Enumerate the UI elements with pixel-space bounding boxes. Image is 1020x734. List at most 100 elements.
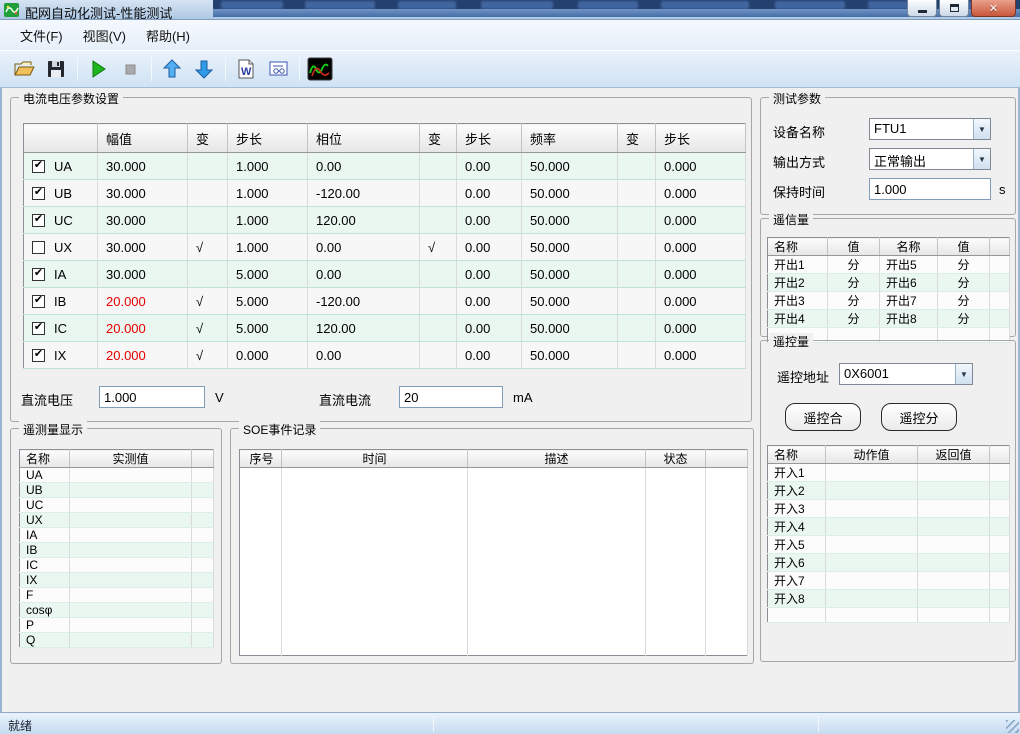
cell-step3[interactable]: 0.000 [656,207,746,234]
cell-phase[interactable]: 0.00 [308,261,420,288]
cell-frequency[interactable]: 50.000 [522,342,618,369]
minimize-button[interactable] [907,0,937,17]
chevron-down-icon[interactable]: ▼ [955,364,972,384]
cell-var1[interactable] [188,207,228,234]
cell-amplitude[interactable]: 20.000 [98,315,188,342]
row-select-cell[interactable]: UX [24,234,98,261]
cell-frequency[interactable]: 50.000 [522,207,618,234]
cell-var2[interactable] [420,288,457,315]
row-select-cell[interactable]: ✔UB [24,180,98,207]
row-checkbox[interactable]: ✔ [32,214,45,227]
close-button[interactable]: ✕ [971,0,1016,17]
cell-amplitude[interactable]: 30.000 [98,207,188,234]
cell-step1[interactable]: 1.000 [228,180,308,207]
cell-var3[interactable] [618,315,656,342]
row-checkbox[interactable] [32,241,45,254]
cell-step2[interactable]: 0.00 [457,207,522,234]
waveform-button[interactable] [306,55,334,83]
row-select-cell[interactable]: ✔IX [24,342,98,369]
cell-amplitude[interactable]: 30.000 [98,234,188,261]
cell-var1[interactable] [188,153,228,180]
cell-amplitude[interactable]: 30.000 [98,153,188,180]
cell-frequency[interactable]: 50.000 [522,315,618,342]
cell-phase[interactable]: 120.00 [308,207,420,234]
cell-step2[interactable]: 0.00 [457,261,522,288]
cell-step3[interactable]: 0.000 [656,153,746,180]
cell-var2[interactable] [420,261,457,288]
cell-amplitude[interactable]: 20.000 [98,288,188,315]
cell-step2[interactable]: 0.00 [457,153,522,180]
cell-var3[interactable] [618,342,656,369]
resize-grip[interactable] [1006,720,1019,733]
cell-var2[interactable] [420,342,457,369]
chevron-down-icon[interactable]: ▼ [973,149,990,169]
row-select-cell[interactable]: ✔IB [24,288,98,315]
cell-step1[interactable]: 1.000 [228,153,308,180]
cell-step1[interactable]: 5.000 [228,261,308,288]
cell-step3[interactable]: 0.000 [656,234,746,261]
row-select-cell[interactable]: ✔UC [24,207,98,234]
cell-step3[interactable]: 0.000 [656,180,746,207]
cell-var1[interactable] [188,261,228,288]
cell-amplitude[interactable]: 30.000 [98,261,188,288]
cell-phase[interactable]: 0.00 [308,342,420,369]
run-button[interactable] [84,55,112,83]
cell-phase[interactable]: 0.00 [308,234,420,261]
chevron-down-icon[interactable]: ▼ [973,119,990,139]
hold-time-input[interactable] [869,178,991,200]
cell-frequency[interactable]: 50.000 [522,261,618,288]
cell-step3[interactable]: 0.000 [656,261,746,288]
cell-frequency[interactable]: 50.000 [522,180,618,207]
maximize-button[interactable] [939,0,969,17]
cell-step2[interactable]: 0.00 [457,342,522,369]
cell-var1[interactable]: √ [188,315,228,342]
remote-address-select[interactable]: 0X6001 ▼ [839,363,973,385]
cell-var2[interactable] [420,180,457,207]
menu-view[interactable]: 视图(V) [73,22,136,49]
cell-step1[interactable]: 0.000 [228,342,308,369]
cell-phase[interactable]: -120.00 [308,180,420,207]
cell-var3[interactable] [618,288,656,315]
row-checkbox[interactable]: ✔ [32,295,45,308]
cell-var2[interactable] [420,207,457,234]
output-mode-select[interactable]: 正常输出 ▼ [869,148,991,170]
cell-var1[interactable] [188,180,228,207]
cell-phase[interactable]: -120.00 [308,288,420,315]
remote-close-button[interactable]: 遥控合 [785,403,861,431]
device-name-select[interactable]: FTU1 ▼ [869,118,991,140]
cell-step2[interactable]: 0.00 [457,234,522,261]
row-select-cell[interactable]: ✔IA [24,261,98,288]
cell-var2[interactable] [420,315,457,342]
menu-file[interactable]: 文件(F) [10,22,73,49]
row-checkbox[interactable]: ✔ [32,187,45,200]
word-report-button[interactable]: W [232,55,260,83]
dc-current-input[interactable] [399,386,503,408]
cell-var1[interactable]: √ [188,234,228,261]
cell-step1[interactable]: 1.000 [228,234,308,261]
save-button[interactable] [42,55,70,83]
row-checkbox[interactable]: ✔ [32,268,45,281]
cell-var2[interactable] [420,153,457,180]
cell-var2[interactable]: √ [420,234,457,261]
move-up-button[interactable] [158,55,186,83]
cell-step2[interactable]: 0.00 [457,288,522,315]
cell-var3[interactable] [618,207,656,234]
cell-amplitude[interactable]: 20.000 [98,342,188,369]
row-select-cell[interactable]: ✔UA [24,153,98,180]
cell-step3[interactable]: 0.000 [656,288,746,315]
cell-step3[interactable]: 0.000 [656,315,746,342]
cell-step2[interactable]: 0.00 [457,315,522,342]
cell-frequency[interactable]: 50.000 [522,288,618,315]
cell-step1[interactable]: 5.000 [228,315,308,342]
cell-step2[interactable]: 0.00 [457,180,522,207]
remote-open-button[interactable]: 遥控分 [881,403,957,431]
cell-step1[interactable]: 5.000 [228,288,308,315]
cell-var1[interactable]: √ [188,342,228,369]
cell-var3[interactable] [618,153,656,180]
cell-step3[interactable]: 0.000 [656,342,746,369]
cell-frequency[interactable]: 50.000 [522,234,618,261]
cell-step1[interactable]: 1.000 [228,207,308,234]
cell-frequency[interactable]: 50.000 [522,153,618,180]
cell-amplitude[interactable]: 30.000 [98,180,188,207]
cell-var3[interactable] [618,234,656,261]
